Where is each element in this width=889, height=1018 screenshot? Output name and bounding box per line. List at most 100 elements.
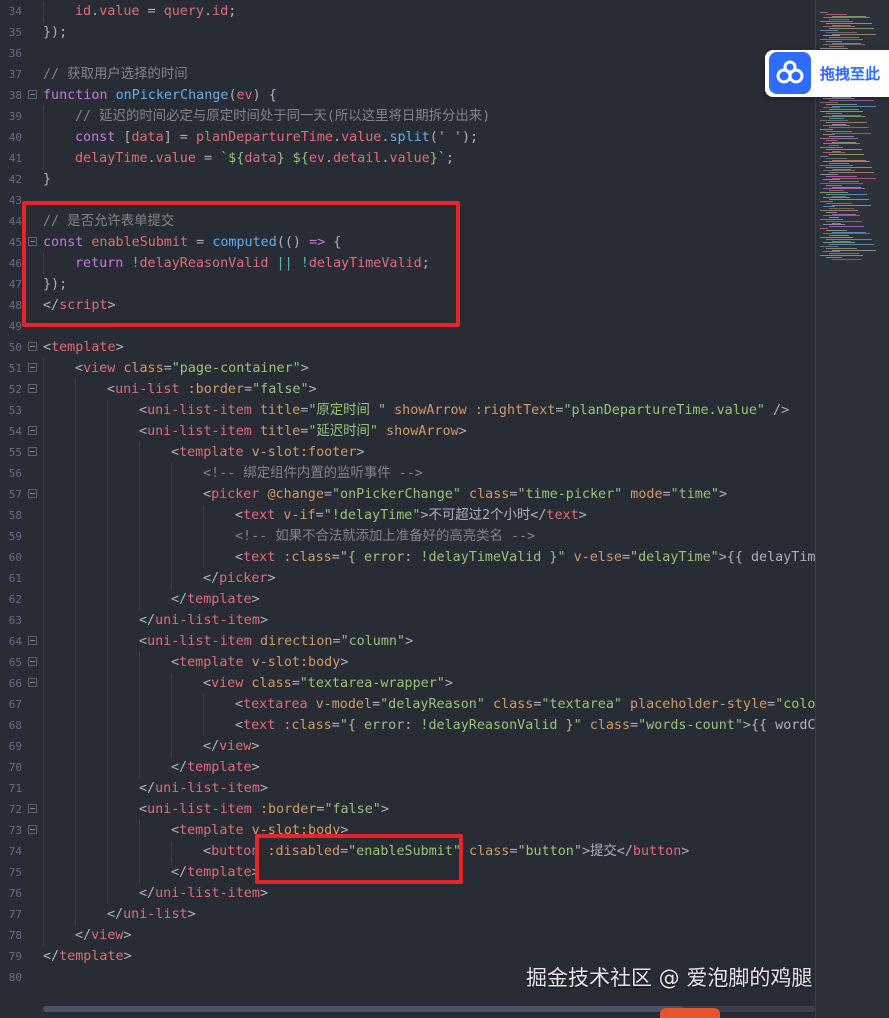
fold-toggle-icon[interactable] [28,657,37,666]
code-line[interactable]: 67 <textarea v-model="delayReason" class=… [0,694,815,715]
indent-guide [107,694,108,715]
code-token: template [59,949,124,964]
code-line[interactable]: 65 <template v-slot:body> [0,652,815,673]
code-line[interactable]: 60 <text :class="{ error: !delayTimeValid… [0,547,815,568]
code-token: ' ' [437,130,462,145]
fold-toggle-icon[interactable] [28,90,37,99]
code-token: < [203,487,212,502]
code-token: view [219,739,252,754]
code-line[interactable]: 61 </picker> [0,568,815,589]
indent-guide [75,526,76,547]
code-line[interactable]: 58 <text v-if="!delayTime">不可超过2个小时</text… [0,505,815,526]
line-number: 56 [8,467,22,480]
code-line[interactable]: 59 <!-- 如果不合法就添加上准备好的高亮类名 --> [0,526,815,547]
indent-guide [75,442,76,463]
floating-badge[interactable] [660,1008,720,1018]
indent-guide [139,673,140,694]
fold-toggle-icon[interactable] [28,342,37,351]
indent-guide [107,652,108,673]
code-line[interactable]: 38 function onPickerChange(ev) { [0,85,815,106]
code-line[interactable]: 41 delayTime.value = `${data} ${ev.detail… [0,148,815,169]
code-line[interactable]: 51 <view class="page-container"> [0,358,815,379]
horizontal-scrollbar-thumb[interactable] [43,1006,683,1012]
code-token: > [259,613,268,628]
code-line[interactable]: 53 <uni-list-item title="原定时间 " showArrow… [0,400,815,421]
code-line[interactable]: 62 </template> [0,589,815,610]
indent-guide [139,505,140,526]
fold-toggle-icon[interactable] [28,636,37,645]
indent-guide [43,547,44,568]
code-token: class [581,718,631,733]
code-token: value [341,130,382,145]
line-number: 68 [8,719,22,732]
code-line[interactable]: 35}); [0,22,815,43]
indent-guide [43,589,44,610]
line-number: 62 [8,593,22,606]
fold-toggle-icon[interactable] [28,825,37,834]
code-line[interactable]: 77 </uni-list> [0,904,815,925]
code-line[interactable]: 39 // 延迟的时间必定与原定时间处于同一天(所以这里将日期拆分出来) [0,106,815,127]
line-number: 75 [8,866,22,879]
indent-guide [139,694,140,715]
code-line[interactable]: 34 id.value = query.id; [0,1,815,22]
code-line[interactable]: 68 <text :class="{ error: !delayReasonVal… [0,715,815,736]
baidu-drag-widget[interactable]: 拖拽至此 [765,50,889,97]
code-token: text [546,508,579,523]
code-text: </template> [171,757,260,778]
fold-toggle-icon[interactable] [28,447,37,456]
code-line[interactable]: 37 // 获取用户选择的时间 [0,64,815,85]
code-line[interactable]: 70 </template> [0,757,815,778]
code-line[interactable]: 72 <uni-list-item :border="false"> [0,799,815,820]
code-token: template [179,445,252,460]
fold-toggle-icon[interactable] [28,363,37,372]
code-text: </uni-list> [107,904,196,925]
code-line[interactable]: 55 <template v-slot:footer> [0,442,815,463]
code-line[interactable]: 78 </view> [0,925,815,946]
code-line[interactable]: 71 </uni-list-item> [0,778,815,799]
code-line[interactable]: 76 </uni-list-item> [0,883,815,904]
code-token: </ [171,865,188,880]
code-text: <template v-slot:body> [171,652,348,673]
code-line[interactable]: 66 <view class="textarea-wrapper"> [0,673,815,694]
code-token: button [632,844,682,859]
code-token: "false" [324,802,381,817]
code-token: <!-- 如果不合法就添加上准备好的高亮类名 --> [235,529,536,544]
code-token: > [259,781,268,796]
code-line[interactable]: 50 <template> [0,337,815,358]
code-line[interactable]: 63 </uni-list-item> [0,610,815,631]
code-line[interactable]: 42} [0,169,815,190]
indent-guide [43,1,44,22]
fold-toggle-icon[interactable] [28,426,37,435]
code-text: <uni-list-item title="原定时间 " showArrow :… [139,400,789,421]
code-line[interactable]: 57 <picker @change="onPickerChange" class… [0,484,815,505]
code-line[interactable]: 69 </view> [0,736,815,757]
code-token: uni-list-item [147,424,260,439]
code-token: class [461,487,510,502]
indent-guide [43,799,44,820]
code-token: `${ [220,151,245,166]
line-number: 67 [8,698,22,711]
minimap[interactable] [815,0,889,1018]
code-token: "textarea-wrapper" [299,676,445,691]
indent-guide [43,862,44,883]
code-token: . [333,130,342,145]
line-number: 57 [8,488,22,501]
fold-toggle-icon[interactable] [28,804,37,813]
indent-guide [139,568,140,589]
fold-toggle-icon[interactable] [28,489,37,498]
fold-toggle-icon[interactable] [28,384,37,393]
indent-guide [203,694,204,715]
minimap-line [829,226,864,228]
code-line[interactable]: 64 <uni-list-item direction="column"> [0,631,815,652]
code-line[interactable]: 52 <uni-list :border="false"> [0,379,815,400]
indent-guide [107,505,108,526]
code-text: </view> [203,736,259,757]
code-token: < [171,823,180,838]
fold-toggle-icon[interactable] [28,678,37,687]
code-line[interactable]: 36 [0,43,815,64]
code-line[interactable]: 56 <!-- 绑定组件内置的监听事件 --> [0,463,815,484]
code-line[interactable]: 40 const [data] = planDepartureTime.value… [0,127,815,148]
code-line[interactable]: 54 <uni-list-item title="延迟时间" showArrow> [0,421,815,442]
code-token: uni-list-item [155,613,260,628]
line-number: 71 [8,782,22,795]
